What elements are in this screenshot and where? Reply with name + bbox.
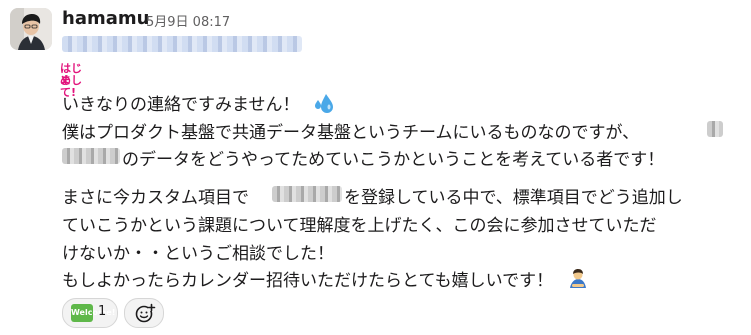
person-bowing-icon [567, 268, 589, 295]
message-line: ていこうかという課題について理解度を上げたく、この会に参加させていただ [62, 216, 657, 236]
sweat-drops-icon [313, 92, 335, 119]
hajimemashite-emoji: はじめ まして! [60, 62, 82, 99]
reaction-welcome[interactable]: Welcome! 1 [62, 298, 118, 328]
redacted-text [62, 36, 302, 52]
message-timestamp[interactable]: 5月9日 08:17 [146, 11, 230, 30]
add-reaction-button[interactable] [124, 298, 164, 328]
redacted-text [62, 148, 120, 164]
author-name[interactable]: hamamu [62, 8, 149, 29]
message-line: けないか・・というご相談でした！ [62, 244, 334, 264]
redacted-text [272, 186, 342, 202]
avatar[interactable] [10, 8, 52, 50]
welcome-emoji: Welcome! [71, 304, 115, 322]
message-line: もしよかったらカレンダー招待いただけたらとても嬉しいです！ [62, 266, 589, 295]
message-line: まさに今カスタム項目で [62, 188, 249, 208]
redacted-text [707, 121, 723, 137]
message-line: を登録している中で、標準項目でどう追加し [344, 188, 683, 208]
message-line: 僕はプロダクト基盤で共通データ基盤というチームにいるものなのですが、 [62, 123, 640, 143]
add-reaction-icon [134, 302, 156, 328]
message-line: いきなりの連絡ですみません！ [62, 90, 335, 119]
reaction-count: 1 [98, 304, 107, 319]
chat-message: hamamu 5月9日 08:17 はじめ まして! いきなりの連絡ですみません… [0, 0, 751, 335]
message-line: のデータをどうやってためていこうかということを考えている者です！ [122, 150, 665, 170]
